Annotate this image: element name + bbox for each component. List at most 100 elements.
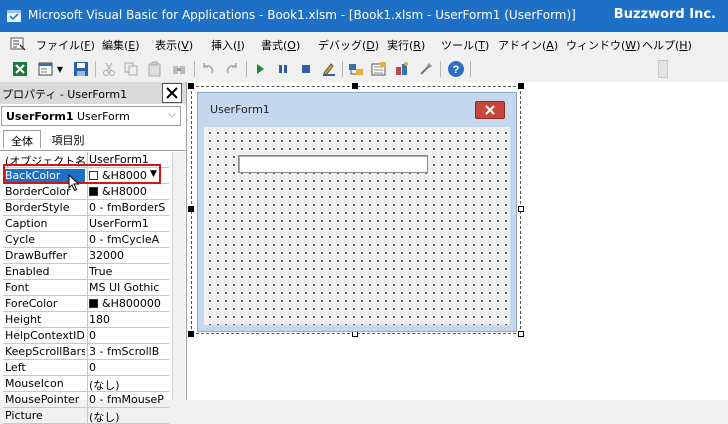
property-value[interactable]: (なし) xyxy=(89,409,167,423)
tab-categorized[interactable]: 項目別 xyxy=(48,130,88,148)
color-swatch xyxy=(89,187,98,196)
userform-window[interactable]: UserForm1 xyxy=(197,92,517,332)
property-name: BorderStyle xyxy=(5,201,70,214)
resize-handle xyxy=(188,331,194,337)
menu-view[interactable]: 表示(V) xyxy=(155,37,193,53)
property-row[interactable]: BorderStyle 0 - fmBorderS xyxy=(3,200,169,216)
column-divider xyxy=(87,184,88,199)
property-value[interactable]: 3 - fmScrollB xyxy=(89,345,167,359)
property-row[interactable]: Enabled True xyxy=(3,264,169,280)
property-name: ForeColor xyxy=(5,297,58,310)
menu-run[interactable]: 実行(R) xyxy=(387,37,425,53)
toolbox-icon[interactable] xyxy=(417,60,435,78)
menu-debug[interactable]: デバッグ(D) xyxy=(318,37,379,53)
property-value-color[interactable]: &H8000 xyxy=(89,185,167,199)
property-value[interactable]: 180 xyxy=(89,313,167,327)
property-value: &H800000 xyxy=(102,297,161,310)
cut-icon[interactable] xyxy=(100,60,118,78)
properties-tabs: 全体 項目別 xyxy=(0,128,186,150)
property-row[interactable]: KeepScrollBars 3 - fmScrollB xyxy=(3,344,169,360)
break-icon[interactable] xyxy=(274,60,292,78)
design-mode-icon[interactable] xyxy=(320,60,338,78)
column-divider xyxy=(87,360,88,375)
property-value[interactable]: True xyxy=(89,265,167,279)
property-row[interactable]: DrawBuffer 32000 xyxy=(3,248,169,264)
window-title: Microsoft Visual Basic for Applications … xyxy=(28,8,576,22)
menu-edit[interactable]: 編集(E) xyxy=(102,37,140,53)
object-browser-icon[interactable] xyxy=(393,60,411,78)
menu-insert[interactable]: 挿入(I) xyxy=(211,37,245,53)
insert-userform-icon[interactable] xyxy=(37,60,55,78)
property-row[interactable]: Caption UserForm1 xyxy=(3,216,169,232)
excel-icon[interactable] xyxy=(11,60,29,78)
properties-header: プロパティ - UserForm1 xyxy=(0,82,186,104)
property-name: HelpContextID xyxy=(5,329,85,342)
property-name: MouseIcon xyxy=(5,377,64,390)
resize-handle[interactable] xyxy=(518,206,524,212)
resize-handle[interactable] xyxy=(518,331,524,337)
properties-window-icon[interactable] xyxy=(370,60,388,78)
reset-icon[interactable] xyxy=(297,60,315,78)
toolbar-options-button[interactable] xyxy=(658,60,668,78)
toolbar-separator xyxy=(194,61,195,77)
paste-icon[interactable] xyxy=(146,60,164,78)
tab-alphabetic[interactable]: 全体 xyxy=(3,130,41,148)
property-row[interactable]: Font MS UI Gothic xyxy=(3,280,169,296)
property-row[interactable]: HelpContextID 0 xyxy=(3,328,169,344)
menu-format[interactable]: 書式(O) xyxy=(261,37,300,53)
menu-help[interactable]: ヘルプ(H) xyxy=(642,37,692,53)
property-value[interactable]: 0 - fmMouseP xyxy=(89,393,167,407)
chevron-down-icon[interactable]: ▼ xyxy=(55,60,65,78)
property-name: Cycle xyxy=(5,233,36,246)
properties-scrollbar[interactable] xyxy=(172,152,185,400)
chevron-down-icon[interactable]: ⌵ xyxy=(168,109,176,120)
property-row[interactable]: BorderColor &H8000 xyxy=(3,184,169,200)
mouse-pointer-icon xyxy=(68,174,80,192)
save-icon[interactable] xyxy=(72,60,90,78)
property-value[interactable]: UserForm1 xyxy=(89,217,167,231)
property-row[interactable]: Left 0 xyxy=(3,360,169,376)
column-divider xyxy=(87,376,88,391)
menu-window[interactable]: ウィンドウ(W) xyxy=(566,37,640,53)
module-menu-icon[interactable] xyxy=(10,37,26,51)
property-value[interactable]: 32000 xyxy=(89,249,167,263)
property-value[interactable]: MS UI Gothic xyxy=(89,281,167,295)
property-value[interactable]: 0 xyxy=(89,329,167,343)
property-value[interactable]: (なし) xyxy=(89,377,167,391)
menu-tools[interactable]: ツール(T) xyxy=(441,37,489,53)
property-value[interactable]: 0 xyxy=(89,361,167,375)
project-explorer-icon[interactable] xyxy=(347,60,365,78)
redo-icon[interactable] xyxy=(223,60,241,78)
find-icon[interactable] xyxy=(170,60,188,78)
close-icon[interactable] xyxy=(475,101,505,119)
menu-file[interactable]: ファイル(F) xyxy=(36,37,95,53)
undo-icon[interactable] xyxy=(199,60,217,78)
property-value[interactable]: 0 - fmBorderS xyxy=(89,201,167,215)
properties-panel: プロパティ - UserForm1 UserForm1 UserForm ⌵ 全… xyxy=(0,82,187,424)
run-icon[interactable] xyxy=(251,60,269,78)
column-divider xyxy=(87,328,88,343)
brand-label: Buzzword Inc. xyxy=(613,7,716,22)
property-row[interactable]: ForeColor &H800000 xyxy=(3,296,169,312)
column-divider xyxy=(87,264,88,279)
userform-client-area[interactable] xyxy=(204,127,510,325)
textbox-control[interactable] xyxy=(238,155,428,173)
menu-addins[interactable]: アドイン(A) xyxy=(498,37,558,53)
column-divider xyxy=(87,200,88,215)
toolbar-separator xyxy=(440,61,441,77)
property-row[interactable]: Height 180 xyxy=(3,312,169,328)
close-icon[interactable] xyxy=(162,83,182,103)
help-icon[interactable]: ? xyxy=(447,60,465,78)
property-row[interactable]: MousePointer 0 - fmMouseP xyxy=(3,392,169,408)
property-row[interactable]: MouseIcon (なし) xyxy=(3,376,169,392)
object-selector[interactable]: UserForm1 UserForm ⌵ xyxy=(1,106,181,126)
copy-icon[interactable] xyxy=(122,60,140,78)
property-row[interactable]: Picture (なし) xyxy=(3,408,169,424)
properties-title: プロパティ - UserForm1 xyxy=(2,88,128,101)
property-row[interactable]: Cycle 0 - fmCycleA xyxy=(3,232,169,248)
properties-grid: (オブジェクト名) UserForm1 BackColor &H8000 ▼ Bord… xyxy=(3,152,169,424)
resize-handle xyxy=(518,83,524,89)
property-value-color[interactable]: &H800000 xyxy=(89,297,167,311)
property-name: Height xyxy=(5,313,42,326)
property-value[interactable]: 0 - fmCycleA xyxy=(89,233,167,247)
